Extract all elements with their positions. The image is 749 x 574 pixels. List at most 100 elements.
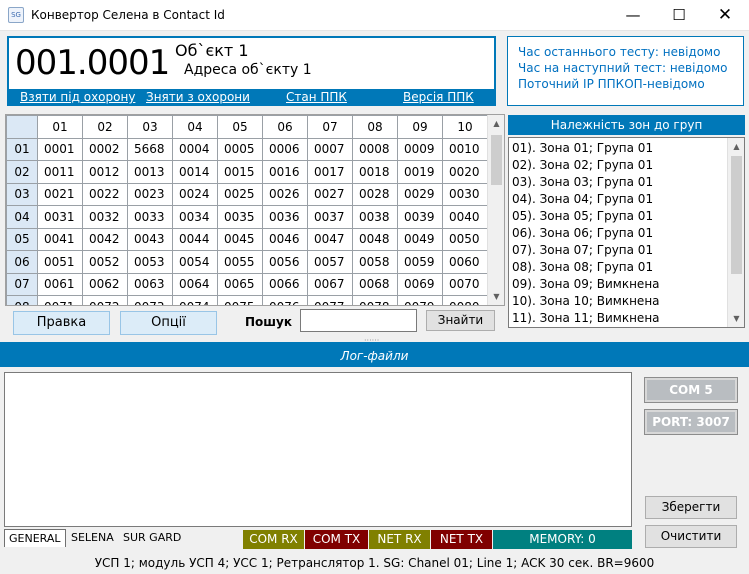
grid-cell[interactable]: 0053: [127, 250, 173, 274]
grid-cell[interactable]: 0043: [127, 227, 173, 251]
grid-cell[interactable]: 0059: [397, 250, 443, 274]
close-icon[interactable]: ✕: [702, 0, 748, 31]
grid-cell[interactable]: 0051: [37, 250, 83, 274]
minimize-icon[interactable]: —: [610, 0, 656, 31]
grid-row-header[interactable]: 04: [6, 205, 38, 229]
grid-cell[interactable]: 0047: [307, 227, 353, 251]
grid-cell[interactable]: 0039: [397, 205, 443, 229]
grid-cell[interactable]: 0027: [307, 182, 353, 206]
scroll-down-icon[interactable]: ▼: [488, 288, 504, 305]
grid-cell[interactable]: 0008: [352, 137, 398, 161]
grid-cell[interactable]: 0050: [442, 227, 488, 251]
grid-cell[interactable]: 0071: [37, 295, 83, 305]
list-item[interactable]: 02). Зона 02; Група 01: [512, 158, 653, 172]
disarm-link[interactable]: Зняти з охорони: [146, 90, 250, 104]
find-button[interactable]: Знайти: [426, 310, 495, 331]
grid-cell[interactable]: 0067: [307, 272, 353, 296]
grid-cell[interactable]: 0061: [37, 272, 83, 296]
grid-cell[interactable]: 0021: [37, 182, 83, 206]
edit-button[interactable]: Правка: [13, 311, 110, 335]
grid-cell[interactable]: 0023: [127, 182, 173, 206]
grid-cell[interactable]: 0041: [37, 227, 83, 251]
grid-cell[interactable]: 0004: [172, 137, 218, 161]
list-item[interactable]: 01). Зона 01; Група 01: [512, 141, 653, 155]
grid-column-header[interactable]: 08: [352, 115, 398, 139]
grid-cell[interactable]: 0002: [82, 137, 128, 161]
grid-column-header[interactable]: 06: [262, 115, 308, 139]
grid-cell[interactable]: 0014: [172, 160, 218, 184]
grid-cell[interactable]: 0031: [37, 205, 83, 229]
list-item[interactable]: 06). Зона 06; Група 01: [512, 226, 653, 240]
zones-list[interactable]: 01). Зона 01; Група 01 02). Зона 02; Груп…: [508, 137, 745, 328]
grid-cell[interactable]: 0007: [307, 137, 353, 161]
grid-row-header[interactable]: 06: [6, 250, 38, 274]
grid-cell[interactable]: 0016: [262, 160, 308, 184]
grid-cell[interactable]: 0048: [352, 227, 398, 251]
grid-column-header[interactable]: 04: [172, 115, 218, 139]
grid-cell[interactable]: 0044: [172, 227, 218, 251]
grid-cell[interactable]: 0022: [82, 182, 128, 206]
grid-column-header[interactable]: 03: [127, 115, 173, 139]
grid-cell[interactable]: 0030: [442, 182, 488, 206]
grid-cell[interactable]: 0052: [82, 250, 128, 274]
grid-cell[interactable]: 0005: [217, 137, 263, 161]
list-item[interactable]: 05). Зона 05; Група 01: [512, 209, 653, 223]
grid-cell[interactable]: 0049: [397, 227, 443, 251]
grid-cell[interactable]: 0046: [262, 227, 308, 251]
grid-cell[interactable]: 0054: [172, 250, 218, 274]
grid-cell[interactable]: 0019: [397, 160, 443, 184]
grid-cell[interactable]: 0080: [442, 295, 488, 305]
panel-version-link[interactable]: Версія ППК: [403, 90, 474, 104]
grid-column-header[interactable]: 07: [307, 115, 353, 139]
table-row[interactable]: 01 0001 0002 5668 0004 0005 0006 0007 0008 0009 00…: [6, 137, 488, 161]
grid-cell[interactable]: 5668: [127, 137, 173, 161]
grid-cell[interactable]: 0057: [307, 250, 353, 274]
table-row[interactable]: 07 0061 0062 0063 0064 0065 0066 0067 0068 0069 00…: [6, 272, 488, 296]
list-item[interactable]: 10). Зона 10; Вимкнена: [512, 294, 660, 308]
grid-cell[interactable]: 0058: [352, 250, 398, 274]
grid-cell[interactable]: 0078: [352, 295, 398, 305]
grid-row-header[interactable]: 07: [6, 272, 38, 296]
grid-cell[interactable]: 0017: [307, 160, 353, 184]
grid-cell[interactable]: 0026: [262, 182, 308, 206]
grid-row-header[interactable]: 05: [6, 227, 38, 251]
grid-cell[interactable]: 0024: [172, 182, 218, 206]
grid-row-header[interactable]: 08: [6, 295, 38, 305]
grid-cell[interactable]: 0038: [352, 205, 398, 229]
grid-row-header[interactable]: 01: [6, 137, 38, 161]
grid-cell[interactable]: 0045: [217, 227, 263, 251]
grid-cell[interactable]: 0035: [217, 205, 263, 229]
net-port-button[interactable]: PORT: 3007: [644, 409, 738, 435]
log-output[interactable]: [4, 372, 632, 527]
save-button[interactable]: Зберегти: [645, 496, 737, 519]
grid-cell[interactable]: 0069: [397, 272, 443, 296]
panel-state-link[interactable]: Стан ППК: [286, 90, 347, 104]
grid-cell[interactable]: 0068: [352, 272, 398, 296]
list-item[interactable]: 09). Зона 09; Вимкнена: [512, 277, 660, 291]
grid-cell[interactable]: 0065: [217, 272, 263, 296]
grid-row-header[interactable]: 03: [6, 182, 38, 206]
grid-cell[interactable]: 0010: [442, 137, 488, 161]
grid-cell[interactable]: 0018: [352, 160, 398, 184]
grid-cell[interactable]: 0064: [172, 272, 218, 296]
arm-link[interactable]: Взяти під охорону: [20, 90, 135, 104]
grid-cell[interactable]: 0076: [262, 295, 308, 305]
grid-column-header[interactable]: 05: [217, 115, 263, 139]
table-row[interactable]: 02 0011 0012 0013 0014 0015 0016 0017 0018 0019 00…: [6, 160, 488, 184]
options-button[interactable]: Опції: [120, 311, 217, 335]
list-item[interactable]: 11). Зона 11; Вимкнена: [512, 311, 660, 325]
grid-cell[interactable]: 0033: [127, 205, 173, 229]
grid-cell[interactable]: 0001: [37, 137, 83, 161]
scroll-up-icon[interactable]: ▲: [488, 115, 504, 132]
grid-cell[interactable]: 0073: [127, 295, 173, 305]
grid-cell[interactable]: 0013: [127, 160, 173, 184]
grid-cell[interactable]: 0042: [82, 227, 128, 251]
grid-column-header[interactable]: 10: [442, 115, 488, 139]
list-item[interactable]: 08). Зона 08; Група 01: [512, 260, 653, 274]
tab-general[interactable]: GENERAL: [4, 529, 66, 547]
grid-cell[interactable]: 0015: [217, 160, 263, 184]
grid-row-header[interactable]: 02: [6, 160, 38, 184]
grid-cell[interactable]: 0040: [442, 205, 488, 229]
scroll-thumb[interactable]: [491, 135, 502, 185]
grid-cell[interactable]: 0056: [262, 250, 308, 274]
